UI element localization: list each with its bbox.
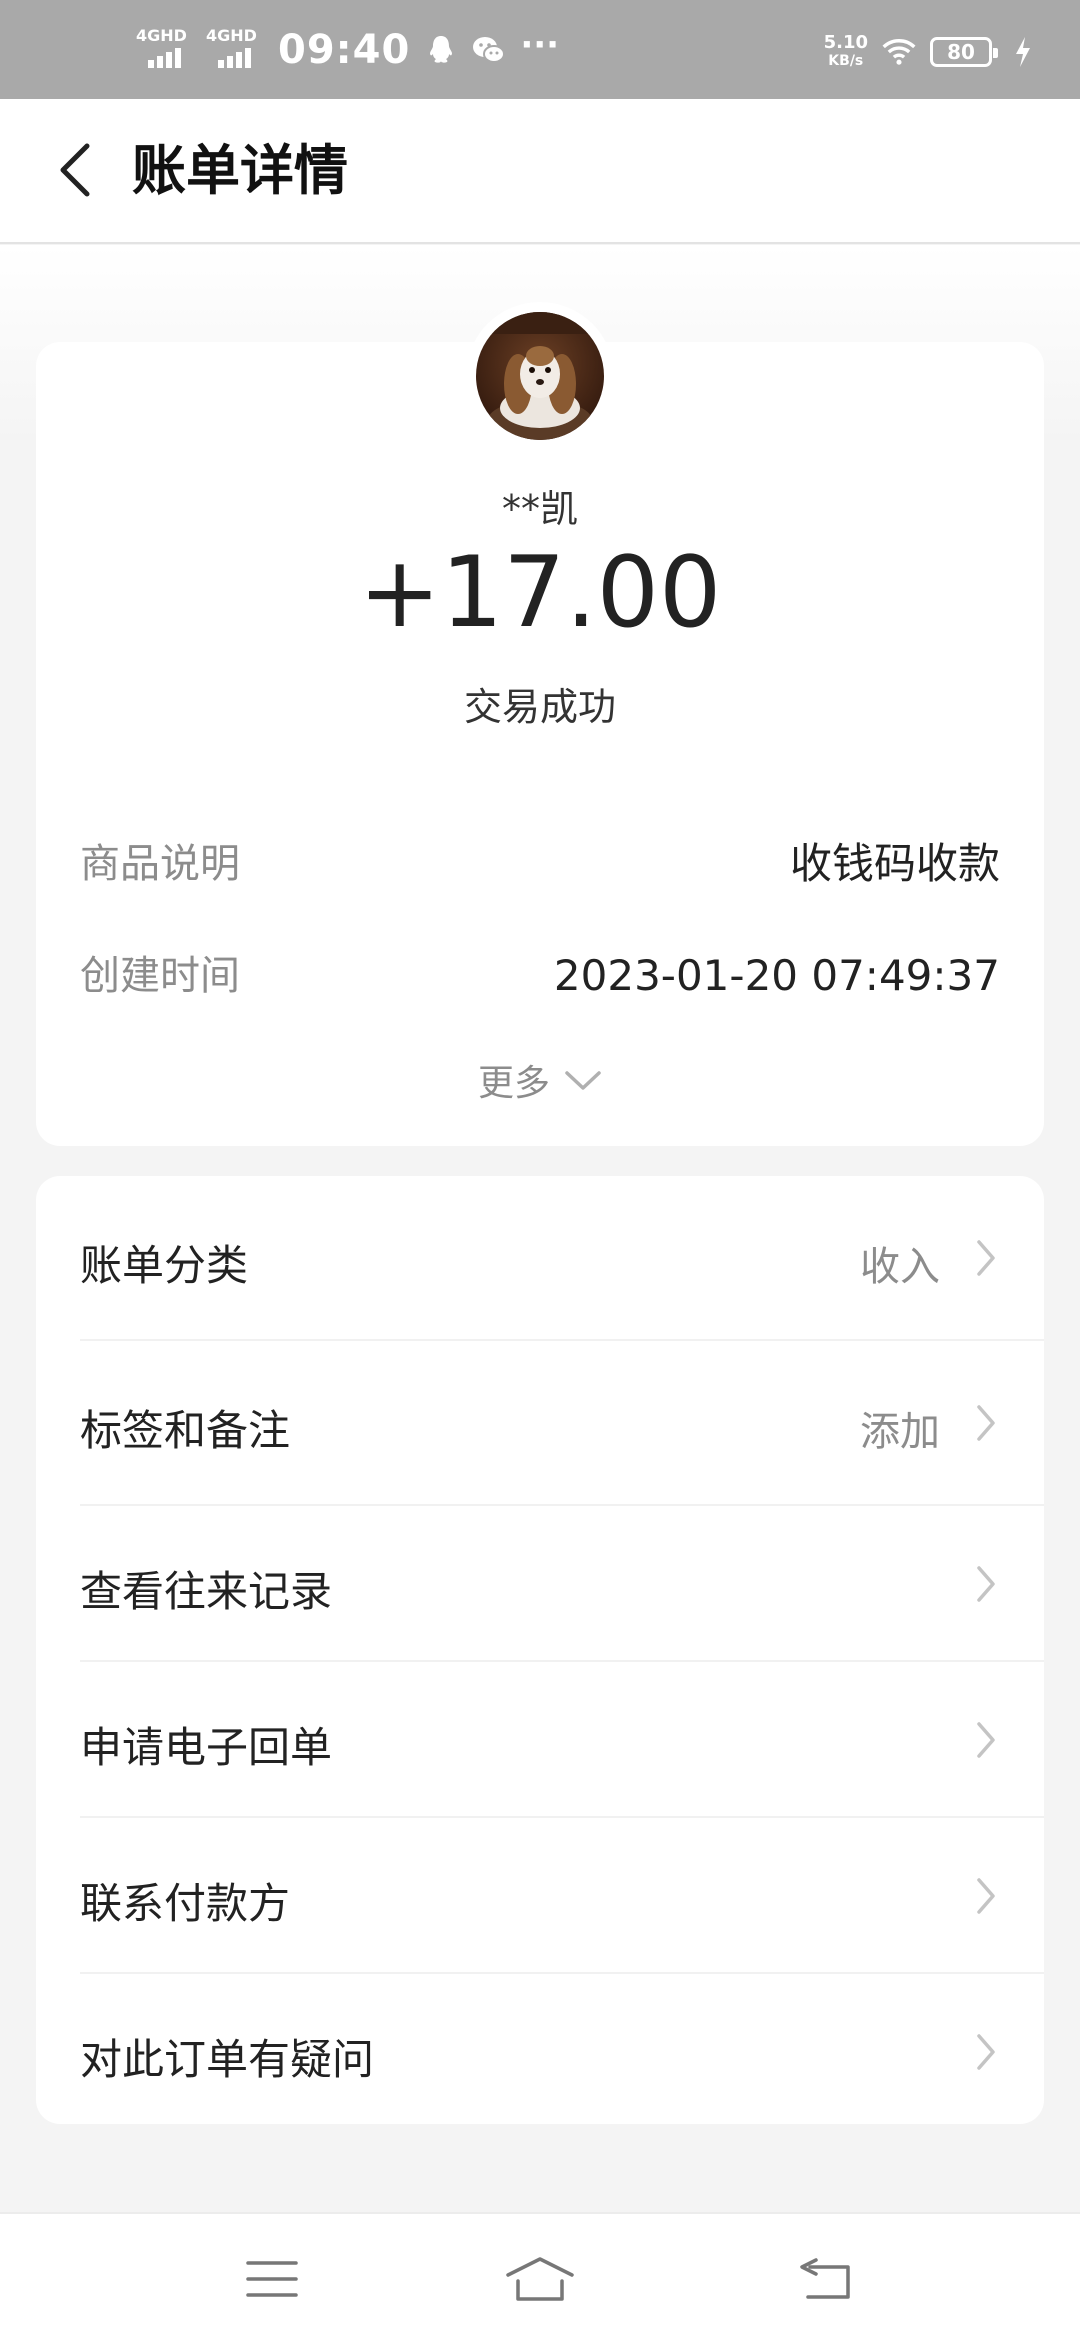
detail-key: 创建时间	[80, 953, 240, 999]
list-item-value: 收入	[860, 1244, 940, 1290]
home-button[interactable]	[500, 2244, 580, 2314]
detail-row-created-time: 创建时间 2023-01-20 07:49:37	[80, 946, 1000, 1006]
qq-icon	[424, 33, 458, 67]
list-item-value: 添加	[860, 1409, 940, 1455]
battery-level: 80	[947, 40, 975, 64]
chevron-right-icon	[972, 1236, 1000, 1280]
list-item-label: 联系付款方	[80, 1879, 291, 1928]
network-speed-value: 5.10	[823, 32, 868, 53]
page-title: 账单详情	[132, 139, 348, 202]
status-bar: 4GHD 4GHD 09:40 ··· 5.10 KB/s 80	[0, 0, 1080, 99]
charging-icon	[1006, 35, 1040, 69]
chevron-left-icon	[60, 143, 90, 197]
chevron-right-icon	[972, 1401, 1000, 1445]
app-header: 账单详情	[0, 99, 1080, 244]
avatar-image	[476, 312, 604, 440]
network-speed-unit: KB/s	[828, 53, 864, 69]
detail-value: 收钱码收款	[789, 839, 1000, 888]
list-item-label: 对此订单有疑问	[80, 2035, 375, 2084]
chevron-down-icon	[565, 1071, 601, 1090]
status-bar-right: 5.10 KB/s 80	[824, 30, 1040, 74]
system-navigation-bar	[0, 2212, 1080, 2340]
list-item-label: 标签和备注	[80, 1406, 291, 1455]
wechat-icon	[472, 33, 506, 67]
back-nav-button[interactable]	[784, 2244, 864, 2314]
sim1-label: 4GHD	[136, 26, 187, 45]
list-item-label: 查看往来记录	[80, 1567, 333, 1616]
list-item-contact-payer[interactable]: 联系付款方	[36, 1818, 1044, 1974]
list-item-label: 账单分类	[80, 1241, 249, 1290]
detail-key: 商品说明	[80, 841, 240, 887]
status-bar-left: 4GHD 4GHD 09:40 ···	[136, 25, 560, 73]
sim2-label: 4GHD	[206, 26, 257, 45]
network-speed: 5.10 KB/s	[824, 34, 868, 70]
list-item-bill-category[interactable]: 账单分类 收入	[36, 1176, 1044, 1341]
detail-row-product: 商品说明 收钱码收款	[80, 834, 1000, 894]
payer-name: **凯	[501, 487, 578, 531]
signal-sim2-icon: 4GHD	[206, 28, 262, 72]
list-item-label: 申请电子回单	[80, 1723, 333, 1772]
chevron-right-icon	[972, 1718, 1000, 1762]
chevron-right-icon	[972, 1874, 1000, 1918]
battery-indicator: 80	[930, 37, 998, 67]
list-item-e-receipt[interactable]: 申请电子回单	[36, 1662, 1044, 1818]
list-item-order-question[interactable]: 对此订单有疑问	[36, 1974, 1044, 2124]
actions-card: 账单分类 收入 标签和备注 添加 查看往来记录 申请电子回单 联系付款方 对此订…	[36, 1176, 1044, 2124]
chevron-right-icon	[972, 2030, 1000, 2074]
list-item-tags-notes[interactable]: 标签和备注 添加	[36, 1341, 1044, 1506]
transaction-amount: +17.00	[358, 536, 722, 650]
more-dots-icon: ···	[520, 25, 560, 65]
list-item-transaction-history[interactable]: 查看往来记录	[36, 1506, 1044, 1662]
chevron-right-icon	[972, 1562, 1000, 1606]
more-details-toggle[interactable]: 更多	[36, 1055, 1044, 1105]
signal-sim1-icon: 4GHD	[136, 28, 192, 72]
menu-button[interactable]	[232, 2244, 312, 2314]
transaction-status: 交易成功	[463, 685, 616, 729]
back-icon	[800, 2258, 850, 2299]
detail-value: 2023-01-20 07:49:37	[553, 951, 1000, 1000]
clock: 09:40	[278, 27, 411, 73]
menu-icon	[246, 2261, 298, 2297]
home-icon	[506, 2257, 574, 2301]
back-button[interactable]	[40, 135, 110, 205]
payer-avatar[interactable]	[466, 302, 614, 450]
more-label: 更多	[477, 1063, 550, 1104]
transaction-summary-card	[36, 342, 1044, 1146]
wifi-icon	[882, 35, 916, 69]
